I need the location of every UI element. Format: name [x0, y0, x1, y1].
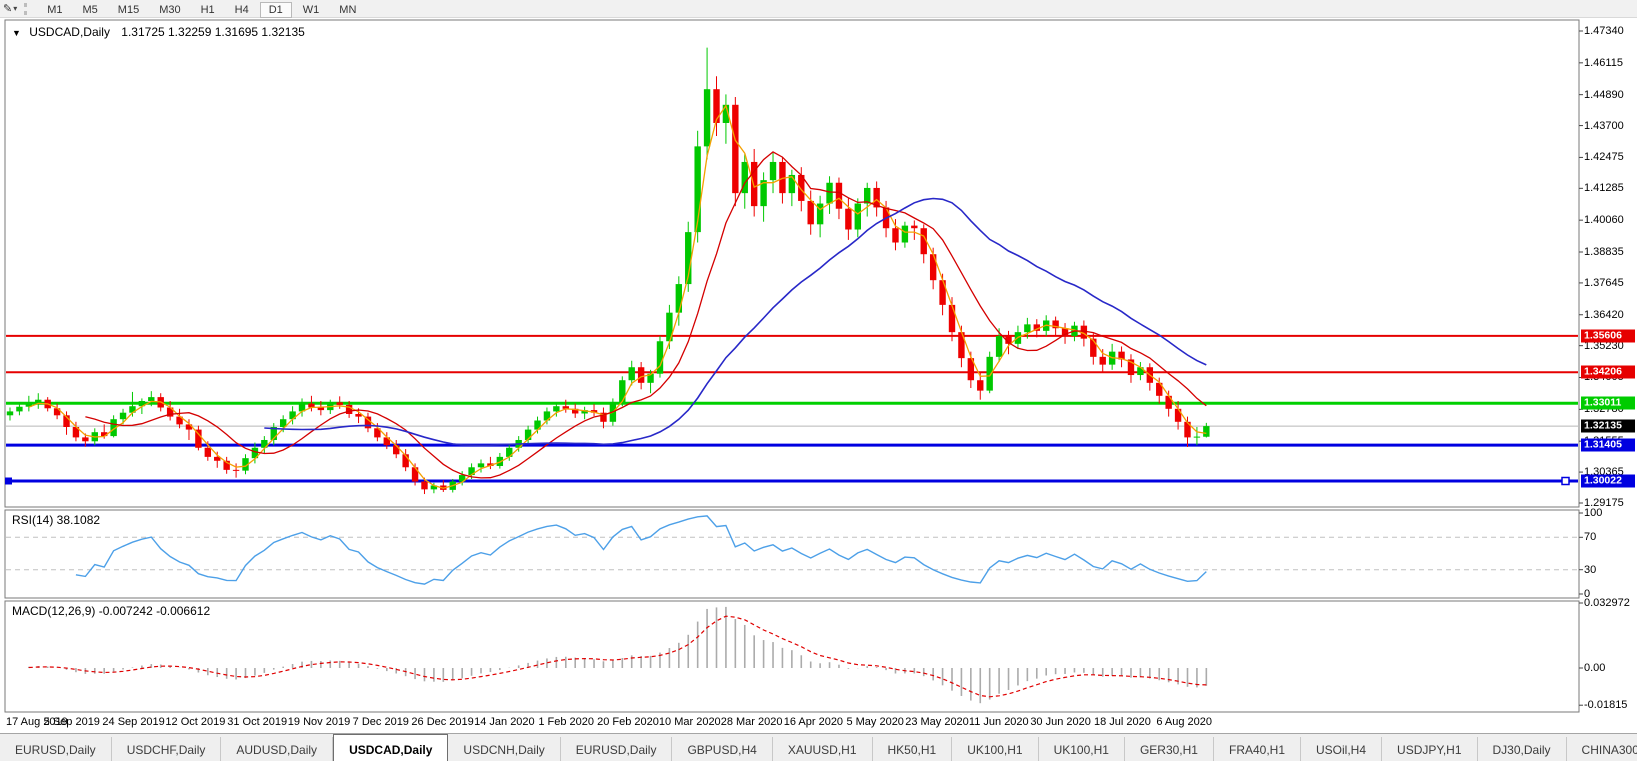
timeframe-button-h4[interactable]: H4 [226, 2, 258, 18]
date-axis-label: 19 Nov 2019 [287, 716, 351, 728]
date-axis-label: 30 Jun 2020 [1030, 716, 1091, 728]
date-axis-label: 31 Oct 2019 [227, 716, 288, 728]
date-axis-label: 18 Jul 2020 [1093, 716, 1151, 728]
price-axis-tick: 1.41285 [1584, 182, 1624, 195]
macd-axis-tick: 0.00 [1584, 662, 1606, 674]
macd-axis-tick: -0.01815 [1584, 699, 1628, 712]
date-axis-label: 28 Mar 2020 [720, 716, 783, 728]
timeframe-button-d1[interactable]: D1 [259, 1, 292, 18]
price-axis-tick: 1.40060 [1584, 214, 1624, 227]
chart-plot-area[interactable] [4, 19, 1580, 508]
timeframe-button-m30[interactable]: M30 [150, 2, 189, 18]
chevron-down-icon[interactable]: ▾ [13, 4, 17, 13]
panel-splitter[interactable] [0, 507, 1637, 510]
rsi-indicator-label: RSI(14) 38.1082 [12, 513, 101, 527]
date-axis-label: 5 Sep 2019 [43, 716, 100, 728]
date-axis-label: 24 Sep 2019 [102, 716, 165, 728]
chart-canvas[interactable] [0, 0, 1637, 761]
chart-title: ▼ USDCAD,Daily 1.31725 1.32259 1.31695 1… [12, 25, 305, 39]
price-axis-tick: 1.46115 [1584, 56, 1623, 69]
timeframe-button-m1[interactable]: M1 [38, 2, 71, 18]
price-tag-1.30022: 1.30022 [1581, 474, 1635, 488]
symbol-tab-fra40-h1[interactable]: FRA40,H1 [1214, 737, 1302, 761]
date-axis-label: 10 Mar 2020 [658, 716, 721, 728]
symbol-tab-china300-h1[interactable]: CHINA300,H1 [1567, 737, 1637, 761]
symbol-tab-hk50-h1[interactable]: HK50,H1 [873, 737, 953, 761]
date-axis-label: 26 Dec 2019 [411, 716, 474, 728]
symbol-dropdown-icon[interactable]: ▼ [12, 28, 21, 38]
symbol-tab-audusd-daily[interactable]: AUDUSD,Daily [221, 737, 334, 761]
symbol-tab-ger30-h1[interactable]: GER30,H1 [1125, 737, 1214, 761]
timeframe-button-m15[interactable]: M15 [109, 2, 148, 18]
date-axis-label: 20 Feb 2020 [597, 716, 659, 728]
symbol-tab-uk100-h1[interactable]: UK100,H1 [1039, 737, 1125, 761]
timeframe-button-m5[interactable]: M5 [74, 2, 107, 18]
chart-symbol-label: USDCAD,Daily [29, 25, 110, 39]
line-handle-left[interactable] [5, 477, 12, 485]
date-axis-label: 16 Apr 2020 [783, 716, 844, 728]
date-axis-label: 5 May 2020 [846, 716, 904, 728]
toolbar: ✎ ▾ M1 M5 M15 M30 H1 H4 D1 W1 MN [0, 0, 1637, 18]
symbol-tab-bar: EURUSD,Daily USDCHF,Daily AUDUSD,Daily USDC… [0, 733, 1637, 761]
date-axis-label: 14 Jan 2020 [474, 716, 535, 728]
date-axis-label: 1 Feb 2020 [538, 716, 595, 728]
rsi-axis-tick: 30 [1584, 563, 1597, 576]
timeframe-button-h1[interactable]: H1 [192, 2, 224, 18]
panel-splitter[interactable] [0, 598, 1637, 601]
symbol-tab-usdchf-daily[interactable]: USDCHF,Daily [112, 737, 222, 761]
symbol-tab-usdcnh-daily[interactable]: USDCNH,Daily [448, 737, 561, 761]
price-axis-tick: 1.36420 [1584, 308, 1624, 321]
price-tag-1.35606: 1.35606 [1581, 329, 1635, 343]
symbol-tab-eurusd-daily[interactable]: EURUSD,Daily [0, 737, 112, 761]
main-chart-panel[interactable] [4, 19, 1580, 508]
timeframe-buttons: M1 M5 M15 M30 H1 H4 D1 W1 MN [37, 0, 366, 18]
symbol-tab-usdcad-daily[interactable]: USDCAD,Daily [333, 734, 449, 761]
symbol-tab-xauusd-h1[interactable]: XAUUSD,H1 [773, 737, 873, 761]
rsi-panel[interactable] [4, 509, 1580, 599]
price-axis-tick: 1.37645 [1584, 276, 1624, 289]
rsi-axis-tick: 70 [1584, 531, 1597, 544]
symbol-tab-eurusd-daily[interactable]: EURUSD,Daily [561, 737, 673, 761]
symbol-tab-uk100-h1[interactable]: UK100,H1 [952, 737, 1039, 761]
price-axis-tick: 1.42475 [1584, 151, 1624, 164]
price-tag-1.34206: 1.34206 [1581, 365, 1635, 379]
draw-tool-icon[interactable]: ✎ [3, 2, 12, 15]
symbol-tab-usoil-h4[interactable]: USOil,H4 [1301, 737, 1383, 761]
price-axis-tick: 1.38835 [1584, 245, 1624, 258]
chart-ohlc-values: 1.31725 1.32259 1.31695 1.32135 [121, 25, 305, 39]
price-tag-1.31405: 1.31405 [1581, 438, 1635, 452]
timeframe-button-mn[interactable]: MN [330, 2, 365, 18]
symbol-tab-dj30-daily[interactable]: DJ30,Daily [1478, 737, 1567, 761]
price-tag-1.33011: 1.33011 [1581, 396, 1635, 410]
line-handle-right[interactable] [1561, 476, 1570, 486]
symbol-tab-usdjpy-h1[interactable]: USDJPY,H1 [1382, 737, 1478, 761]
price-axis-tick: 1.47340 [1584, 25, 1624, 37]
date-axis-label: 23 May 2020 [905, 716, 969, 728]
price-axis-tick: 1.43700 [1584, 119, 1624, 132]
price-axis-tick: 1.44890 [1584, 88, 1624, 101]
symbol-tab-gbpusd-h4[interactable]: GBPUSD,H4 [672, 737, 773, 761]
date-axis-label: 11 Jun 2020 [968, 716, 1029, 728]
date-axis-label: 7 Dec 2019 [352, 716, 409, 728]
price-tag-1.32135: 1.32135 [1581, 419, 1635, 433]
timeframe-button-w1[interactable]: W1 [294, 2, 329, 18]
date-axis-label: 12 Oct 2019 [165, 716, 226, 728]
toolbar-grip[interactable] [24, 2, 30, 15]
date-axis-label: 6 Aug 2020 [1156, 716, 1213, 728]
mt4-window: ✎ ▾ M1 M5 M15 M30 H1 H4 D1 W1 MN ▼ USDCAD,Daily … [0, 0, 1637, 761]
macd-indicator-label: MACD(12,26,9) -0.007242 -0.006612 [12, 604, 211, 618]
